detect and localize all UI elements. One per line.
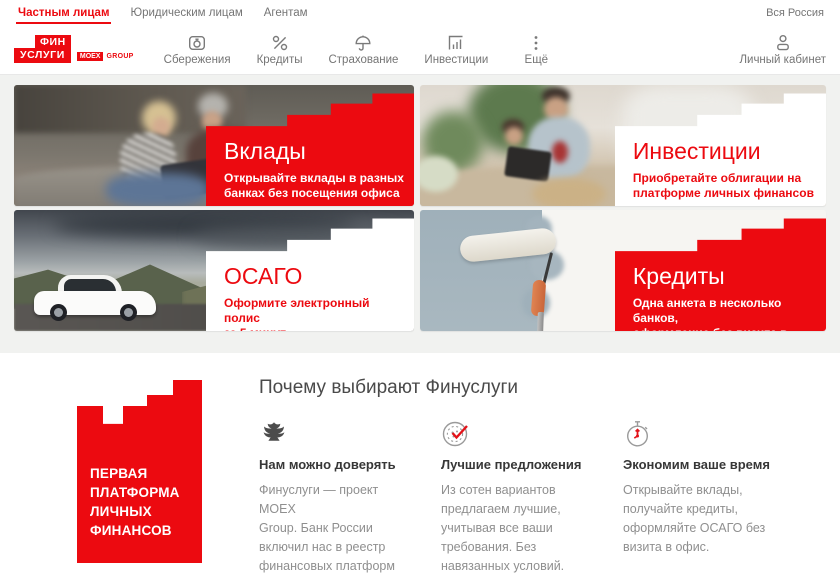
chart-icon xyxy=(446,33,466,53)
card-subtitle: Приобретайте облигации на платформе личн… xyxy=(633,171,818,202)
nav-label: Ещё xyxy=(525,54,549,66)
card-title: Инвестиции xyxy=(633,139,818,163)
feature-text: Финуслуги — проект MOEX Group. Банк Росс… xyxy=(259,481,417,574)
umbrella-icon xyxy=(353,33,373,53)
why-section: ПЕРВАЯ ПЛАТФОРМА ЛИЧНЫХ ФИНАНСОВ Почему … xyxy=(0,353,840,574)
nav-label: Инвестиции xyxy=(424,54,488,66)
feature-title: Лучшие предложения xyxy=(441,457,599,472)
tab-private-clients[interactable]: Частным лицам xyxy=(16,2,111,24)
savings-icon xyxy=(187,33,207,53)
group-label: GROUP xyxy=(106,53,133,60)
nav-label: Страхование xyxy=(328,54,398,66)
hero-section: Вклады Открывайте вклады в разных банках… xyxy=(0,75,840,353)
more-icon xyxy=(526,33,546,53)
card-title: Вклады xyxy=(224,139,406,163)
card-subtitle: Оформите электронный полис за 5 минут xyxy=(224,296,406,331)
central-bank-eagle-icon xyxy=(259,419,417,449)
logo-blocks: ФИН УСЛУГИ xyxy=(14,35,71,63)
feature-text: Из сотен вариантов предлагаем лучшие, уч… xyxy=(441,481,599,574)
card-title: Кредиты xyxy=(633,264,818,288)
region-selector[interactable]: Вся Россия xyxy=(766,7,824,24)
logo-uslugi-block: УСЛУГИ xyxy=(14,48,71,63)
nav-item-credits[interactable]: Кредиты xyxy=(257,33,303,66)
card-credits[interactable]: Кредиты Одна анкета в несколько банков, … xyxy=(420,210,826,331)
card-title: ОСАГО xyxy=(224,264,406,288)
card-subtitle: Одна анкета в несколько банков, оформлен… xyxy=(633,296,818,331)
personal-account-button[interactable]: Личный кабинет xyxy=(739,33,826,66)
finuslugi-logo[interactable]: ФИН УСЛУГИ MOEX GROUP xyxy=(14,35,134,63)
nav-item-more[interactable]: Ещё xyxy=(514,33,558,66)
best-offers-check-icon xyxy=(441,419,599,449)
first-platform-banner: ПЕРВАЯ ПЛАТФОРМА ЛИЧНЫХ ФИНАНСОВ xyxy=(77,380,202,563)
feature-text: Открывайте вклады, получайте кредиты, оф… xyxy=(623,481,781,557)
main-header: ФИН УСЛУГИ MOEX GROUP Сбережения xyxy=(0,24,840,75)
audience-tabs-bar: Частным лицам Юридическим лицам Агентам … xyxy=(0,0,840,24)
card-subtitle: Открывайте вклады в разных банках без по… xyxy=(224,171,406,202)
card-deposits[interactable]: Вклады Открывайте вклады в разных банках… xyxy=(14,85,414,206)
stopwatch-icon xyxy=(623,419,781,449)
white-car-illustration xyxy=(34,275,156,319)
feature-best-offers: Лучшие предложения Из сотен вариантов пр… xyxy=(441,419,599,574)
card-osago[interactable]: ОСАГО Оформите электронный полис за 5 ми… xyxy=(14,210,414,331)
nav-item-savings[interactable]: Сбережения xyxy=(164,33,231,66)
nav-item-insurance[interactable]: Страхование xyxy=(328,33,398,66)
main-nav: Сбережения Кредиты xyxy=(164,33,559,66)
feature-save-time: Экономим ваше время Открывайте вклады, п… xyxy=(623,419,781,574)
feature-title: Экономим ваше время xyxy=(623,457,781,472)
moex-group-mark: MOEX GROUP xyxy=(77,52,134,63)
logo-fin-block: ФИН xyxy=(35,35,71,48)
percent-icon xyxy=(270,33,290,53)
user-icon xyxy=(773,33,793,53)
nav-label: Сбережения xyxy=(164,54,231,66)
banner-text: ПЕРВАЯ ПЛАТФОРМА ЛИЧНЫХ ФИНАНСОВ xyxy=(90,464,180,541)
hero-grid: Вклады Открывайте вклады в разных банках… xyxy=(14,85,826,331)
nav-item-investments[interactable]: Инвестиции xyxy=(424,33,488,66)
card-investments[interactable]: Инвестиции Приобретайте облигации на пла… xyxy=(420,85,826,206)
moex-badge: MOEX xyxy=(77,52,104,61)
account-label: Личный кабинет xyxy=(739,54,826,66)
features-row: Нам можно доверять Финуслуги — проект MO… xyxy=(259,419,781,574)
tab-agents[interactable]: Агентам xyxy=(262,2,310,24)
nav-label: Кредиты xyxy=(257,54,303,66)
tab-legal-entities[interactable]: Юридическим лицам xyxy=(128,2,244,24)
feature-trust: Нам можно доверять Финуслуги — проект MO… xyxy=(259,419,417,574)
finuslugi-homepage: Частным лицам Юридическим лицам Агентам … xyxy=(0,0,840,574)
feature-title: Нам можно доверять xyxy=(259,457,417,472)
why-heading: Почему выбирают Финуслуги xyxy=(259,377,518,399)
